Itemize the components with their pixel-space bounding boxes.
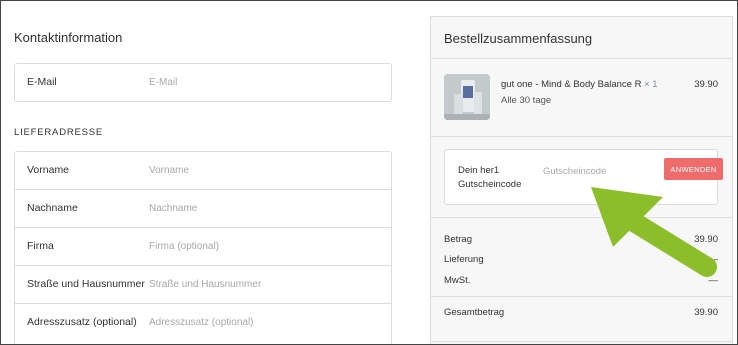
product-name-line: gut one - Mind & Body Balance R × 1 <box>501 79 658 90</box>
order-summary-title: Bestellzusammenfassung <box>444 31 593 46</box>
contact-card: E-Mail <box>14 63 392 102</box>
lastname-row: Nachname <box>15 189 391 227</box>
product-quantity: × 1 <box>644 79 658 90</box>
address-extra-label: Adresszusatz (optional) <box>27 316 137 328</box>
divider <box>431 341 732 342</box>
subtotal-label: Betrag <box>444 234 472 245</box>
company-field[interactable] <box>149 236 379 256</box>
lastname-label: Nachname <box>27 202 78 214</box>
address-extra-field[interactable] <box>149 312 379 332</box>
firstname-row: Vorname <box>15 152 391 189</box>
product-image-icon <box>444 74 490 120</box>
subtotal-value: 39.90 <box>694 234 718 245</box>
email-label: E-Mail <box>27 76 57 88</box>
coupon-code-input[interactable] <box>543 162 648 180</box>
address-extra-row: Adresszusatz (optional) <box>15 303 391 341</box>
street-row: Straße und Hausnummer <box>15 265 391 303</box>
product-price: 39.90 <box>694 79 718 90</box>
grand-total-value: 39.90 <box>694 307 718 318</box>
street-label: Straße und Hausnummer <box>27 278 145 290</box>
street-field[interactable] <box>149 274 379 294</box>
firstname-label: Vorname <box>27 164 70 176</box>
divider <box>431 296 732 297</box>
tax-value: — <box>708 275 719 286</box>
shipping-cost-label: Lieferung <box>444 254 484 265</box>
product-thumbnail <box>444 74 490 120</box>
contact-section-title: Kontaktinformation <box>14 30 123 45</box>
product-subscription: Alle 30 tage <box>501 95 552 106</box>
divider <box>431 58 732 59</box>
product-name: gut one - Mind & Body Balance R <box>501 79 642 90</box>
coupon-box: Dein her1 Gutscheincode ANWENDEN <box>444 149 723 205</box>
firstname-field[interactable] <box>149 160 379 180</box>
shipping-section-title: LIEFERADRESSE <box>14 127 104 138</box>
company-label: Firma <box>27 240 54 252</box>
email-row: E-Mail <box>15 64 391 101</box>
divider <box>431 136 732 137</box>
shipping-card: Vorname Nachname Firma Straße und Hausnu… <box>14 151 392 344</box>
coupon-label: Dein her1 Gutscheincode <box>458 165 522 190</box>
shipping-cost-value: — <box>708 254 719 265</box>
lastname-field[interactable] <box>149 198 379 218</box>
checkout-page: Kontaktinformation E-Mail LIEFERADRESSE … <box>0 0 738 345</box>
divider <box>431 217 732 218</box>
apply-coupon-button[interactable]: ANWENDEN <box>664 158 723 180</box>
order-summary-panel: Bestellzusammenfassung gut one - Mind & … <box>430 16 733 344</box>
email-field[interactable] <box>149 72 379 92</box>
grand-total-label: Gesamtbetrag <box>444 307 505 318</box>
company-row: Firma <box>15 227 391 265</box>
tax-label: MwSt. <box>444 275 471 286</box>
